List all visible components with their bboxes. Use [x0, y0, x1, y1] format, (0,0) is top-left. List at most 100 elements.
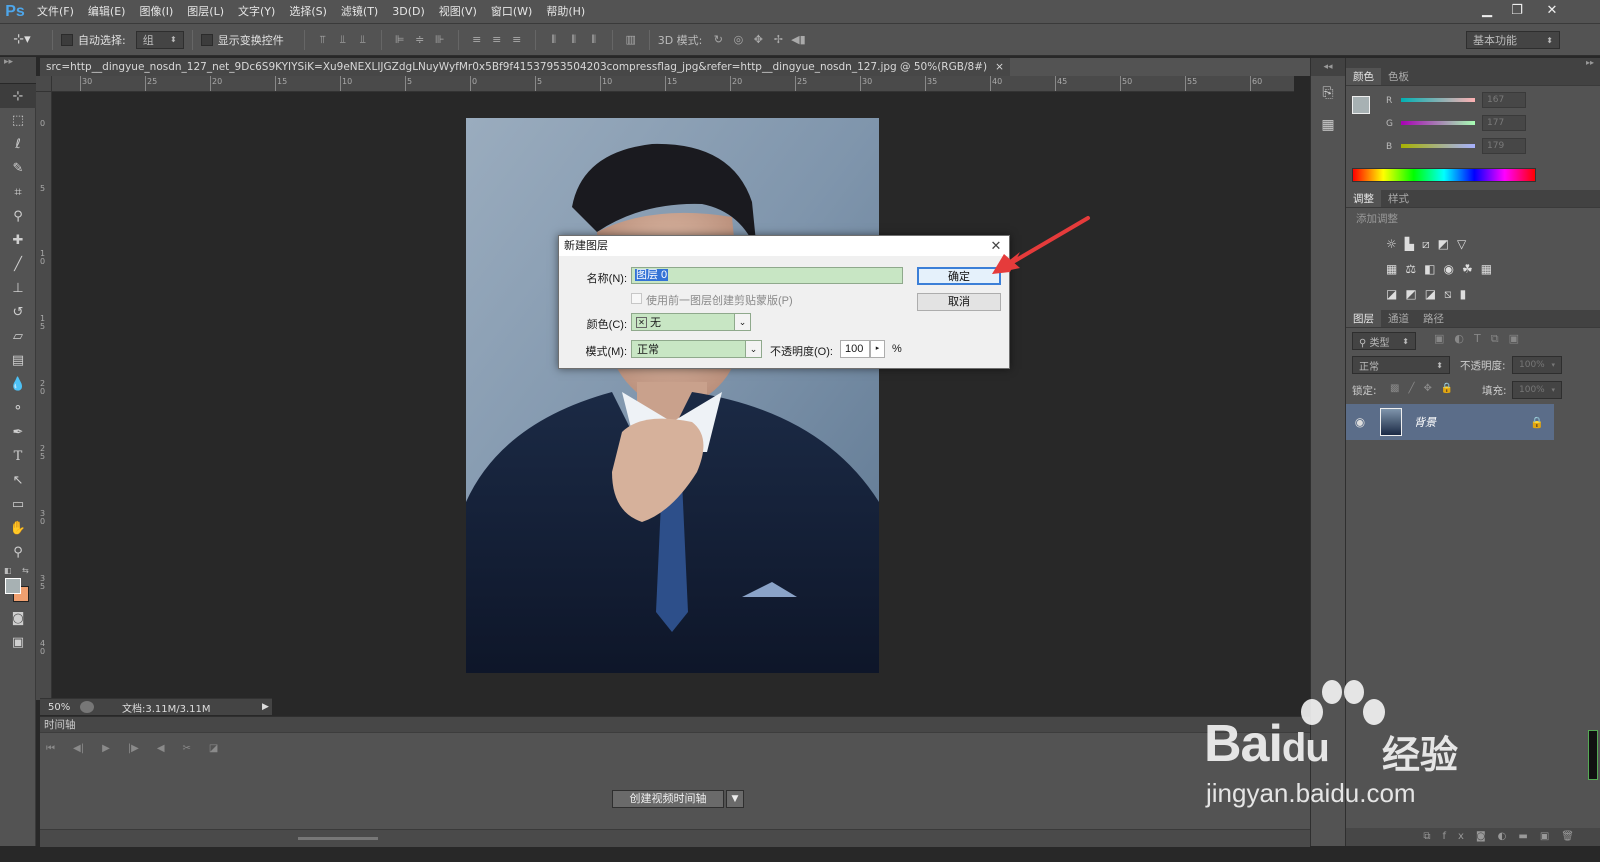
prev-frame-icon[interactable]: ◀| [73, 743, 84, 754]
black-white-icon[interactable]: ◧ [1424, 262, 1443, 276]
layer-name-input[interactable]: 图层 0 [631, 267, 903, 284]
clip-mask-checkbox[interactable] [631, 293, 642, 304]
r-slider[interactable] [1401, 98, 1475, 102]
mode-dropdown[interactable]: 正常 ⌄ [631, 340, 762, 358]
menu-3d[interactable]: 3D(D) [385, 0, 432, 24]
brush-tool-icon[interactable]: ╱ [0, 252, 36, 276]
quick-select-tool-icon[interactable]: ✎ [0, 156, 36, 180]
curves-icon[interactable]: ⧄ [1422, 237, 1438, 251]
menu-help[interactable]: 帮助(H) [539, 0, 592, 24]
screen-mode-icon[interactable]: ▣ [0, 630, 36, 654]
zoom-level[interactable]: 50% [40, 702, 78, 713]
invert-icon[interactable]: ◪ [1386, 287, 1405, 301]
toolbar-collapse-icon[interactable]: ▸▸ [0, 57, 36, 83]
exposure-icon[interactable]: ◩ [1438, 237, 1457, 251]
color-balance-icon[interactable]: ⚖ [1405, 262, 1424, 276]
align-left-icon[interactable]: ⊫ [392, 32, 408, 48]
layer-kind-filter[interactable]: ⚲ 类型 ⬍ [1352, 332, 1416, 350]
tab-color[interactable]: 颜色 [1346, 68, 1381, 85]
menu-window[interactable]: 窗口(W) [484, 0, 539, 24]
workspace-dropdown[interactable]: 基本功能 ⬍ [1466, 31, 1560, 49]
move-tool-icon[interactable]: ⊹ [0, 84, 36, 108]
shape-tool-icon[interactable]: ▭ [0, 492, 36, 516]
posterize-icon[interactable]: ◩ [1405, 287, 1424, 301]
hand-tool-icon[interactable]: ✋ [0, 516, 36, 540]
split-icon[interactable]: ✂ [183, 743, 191, 754]
next-frame-icon[interactable]: |▶ [128, 743, 139, 754]
eyedropper-tool-icon[interactable]: ⚲ [0, 204, 36, 228]
g-value[interactable]: 177 [1482, 115, 1526, 131]
tab-paths[interactable]: 路径 [1416, 310, 1451, 327]
lasso-tool-icon[interactable]: ℓ [0, 132, 36, 156]
distribute-top-icon[interactable]: ≡ [469, 32, 485, 48]
eraser-tool-icon[interactable]: ▱ [0, 324, 36, 348]
quick-mask-icon[interactable]: ◙ [0, 606, 36, 630]
tab-layers[interactable]: 图层 [1346, 310, 1381, 327]
tab-channels[interactable]: 通道 [1381, 310, 1416, 327]
tab-swatches[interactable]: 色板 [1381, 68, 1416, 85]
layers-footer-icons[interactable]: ⧉fx◙◐▬▣🗑 [1346, 828, 1600, 846]
move-tool-preset-icon[interactable]: ⊹▾ [0, 32, 44, 47]
auto-select-dropdown[interactable]: 组 ⬍ [135, 30, 184, 49]
close-window-icon[interactable]: ✕ [1535, 0, 1569, 20]
dock-collapse-icon[interactable]: ◂◂ [1311, 58, 1345, 76]
color-lookup-icon[interactable]: ▦ [1481, 262, 1500, 276]
history-brush-tool-icon[interactable]: ↺ [0, 300, 36, 324]
tab-adjustments[interactable]: 调整 [1346, 190, 1381, 207]
play-icon[interactable]: ▶ [102, 743, 110, 754]
menu-filter[interactable]: 滤镜(T) [334, 0, 385, 24]
distribute-vcenter-icon[interactable]: ≡ [489, 32, 505, 48]
lock-icons[interactable]: ▩╱✥🔒 [1390, 383, 1462, 394]
menu-file[interactable]: 文件(F) [30, 0, 81, 24]
photo-filter-icon[interactable]: ◉ [1443, 262, 1461, 276]
cancel-button[interactable]: 取消 [917, 293, 1001, 311]
color-foreground-swatch[interactable] [1352, 96, 1370, 114]
opacity-input[interactable]: 100 [840, 340, 870, 358]
default-colors-icon[interactable]: ◧ [4, 566, 12, 575]
color-dropdown[interactable]: ✕ 无 ⌄ [631, 313, 751, 331]
distribute-bottom-icon[interactable]: ≡ [509, 32, 525, 48]
selective-color-icon[interactable]: ▮ [1460, 287, 1475, 301]
canvas-area[interactable] [52, 92, 1294, 700]
opacity-stepper-icon[interactable]: ▸ [870, 340, 885, 358]
auto-select-checkbox[interactable] [61, 33, 73, 46]
hue-saturation-icon[interactable]: ▦ [1386, 262, 1405, 276]
minimize-icon[interactable]: ▁ [1472, 0, 1502, 20]
tab-styles[interactable]: 样式 [1381, 190, 1416, 207]
audio-icon[interactable]: ◀ [157, 743, 165, 754]
panels-expand-icon[interactable]: ▸▸ [1346, 58, 1600, 68]
gradient-map-icon[interactable]: ⧅ [1444, 287, 1460, 301]
menu-view[interactable]: 视图(V) [432, 0, 484, 24]
auto-align-icon[interactable]: ▥ [623, 32, 639, 48]
menu-layer[interactable]: 图层(L) [180, 0, 231, 24]
ruler-origin[interactable] [36, 76, 52, 92]
menu-type[interactable]: 文字(Y) [231, 0, 282, 24]
gradient-tool-icon[interactable]: ▤ [0, 348, 36, 372]
3d-roll-icon[interactable]: ◎ [730, 32, 746, 48]
show-transform-checkbox[interactable] [200, 33, 213, 46]
layer-visibility-eye-icon[interactable]: ◉ [1346, 415, 1374, 429]
g-slider[interactable] [1401, 121, 1475, 125]
3d-pan-icon[interactable]: ✥ [750, 32, 766, 48]
layer-fill-value[interactable]: 100% ▾ [1512, 381, 1562, 399]
path-select-tool-icon[interactable]: ↖ [0, 468, 36, 492]
layer-filter-icons[interactable]: ▣◐T⧉▣ [1434, 332, 1529, 346]
timeline-mode-dropdown-icon[interactable]: ▼ [726, 790, 744, 808]
levels-icon[interactable]: ▙ [1405, 237, 1422, 251]
swap-colors-icon[interactable]: ⇆ [22, 566, 29, 575]
distribute-hcenter-icon[interactable]: ⦀ [566, 32, 582, 48]
brightness-icon[interactable]: ☼ [1386, 237, 1405, 251]
menu-select[interactable]: 选择(S) [282, 0, 334, 24]
blur-tool-icon[interactable]: 💧 [0, 372, 36, 396]
r-value[interactable]: 167 [1482, 92, 1526, 108]
distribute-left-icon[interactable]: ⦀ [546, 32, 562, 48]
document-tab[interactable]: src=http__dingyue_nosdn_127_net_9Dc6S9KY… [40, 58, 1010, 76]
healing-brush-tool-icon[interactable]: ✚ [0, 228, 36, 252]
threshold-icon[interactable]: ◪ [1425, 287, 1444, 301]
layer-opacity-value[interactable]: 100% ▾ [1512, 356, 1562, 374]
align-top-icon[interactable]: ⫪ [315, 32, 331, 48]
foreground-color-swatch[interactable] [5, 578, 21, 594]
menu-image[interactable]: 图像(I) [132, 0, 180, 24]
align-right-icon[interactable]: ⊪ [432, 32, 448, 48]
go-first-frame-icon[interactable]: ⏮ [46, 743, 55, 754]
